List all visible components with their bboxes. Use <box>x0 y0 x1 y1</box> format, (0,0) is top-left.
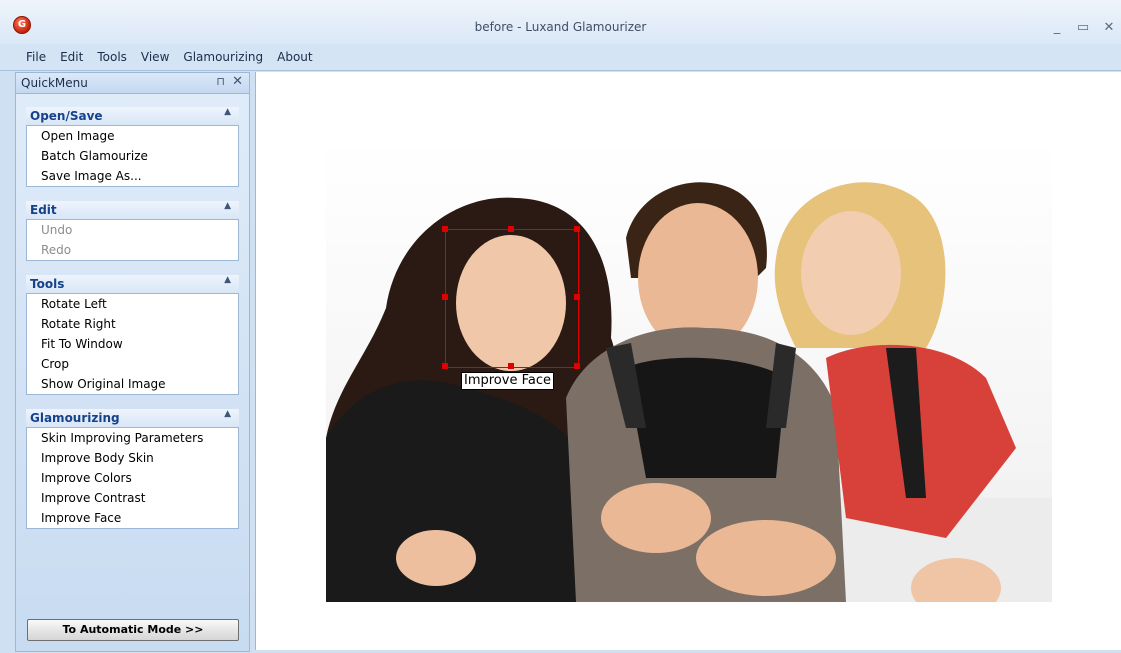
close-icon[interactable]: ✕ <box>232 74 243 89</box>
group-body: Open Image Batch Glamourize Save Image A… <box>26 125 239 187</box>
menu-about[interactable]: About <box>277 44 312 70</box>
open-image-link[interactable]: Open Image <box>27 126 238 146</box>
window-title: before - Luxand Glamourizer <box>474 20 647 34</box>
group-header-tools[interactable]: Tools ▲ <box>26 275 239 293</box>
menu-edit[interactable]: Edit <box>60 44 83 70</box>
menu-tools[interactable]: Tools <box>97 44 127 70</box>
show-original-image-link[interactable]: Show Original Image <box>27 374 238 394</box>
improve-face-label[interactable]: Improve Face <box>461 372 554 390</box>
group-body: Rotate Left Rotate Right Fit To Window C… <box>26 293 239 395</box>
group-tools: Tools ▲ Rotate Left Rotate Right Fit To … <box>26 275 239 395</box>
title-bar: G before - Luxand Glamourizer _ ▭ ✕ <box>0 0 1121 44</box>
undo-link: Undo <box>41 223 73 237</box>
group-glamourizing: Glamourizing ▲ Skin Improving Parameters… <box>26 409 239 529</box>
improve-face-link[interactable]: Improve Face <box>27 508 238 528</box>
group-body: Skin Improving Parameters Improve Body S… <box>26 427 239 529</box>
maximize-icon[interactable]: ▭ <box>1075 20 1091 36</box>
menu-bar: File Edit Tools View Glamourizing About <box>0 44 1121 71</box>
group-open-save: Open/Save ▲ Open Image Batch Glamourize … <box>26 107 239 187</box>
resize-handle-e[interactable] <box>574 294 580 300</box>
collapse-icon[interactable]: ▲ <box>224 107 231 117</box>
group-header-edit[interactable]: Edit ▲ <box>26 201 239 219</box>
face-selection-box[interactable] <box>445 229 579 368</box>
fit-to-window-link[interactable]: Fit To Window <box>27 334 238 354</box>
resize-handle-sw[interactable] <box>442 363 448 369</box>
quickmenu-header: QuickMenu ⊓ ✕ <box>16 73 249 94</box>
improve-body-skin-link[interactable]: Improve Body Skin <box>27 448 238 468</box>
collapse-icon[interactable]: ▲ <box>224 201 231 211</box>
rotate-left-link[interactable]: Rotate Left <box>27 294 238 314</box>
menu-file[interactable]: File <box>26 44 46 70</box>
save-image-as-link[interactable]: Save Image As... <box>27 166 238 186</box>
collapse-icon[interactable]: ▲ <box>224 409 231 419</box>
to-automatic-mode-button[interactable]: To Automatic Mode >> <box>27 619 239 641</box>
group-edit: Edit ▲ Undo Redo <box>26 201 239 261</box>
group-body: Undo Redo <box>26 219 239 261</box>
menu-view[interactable]: View <box>141 44 169 70</box>
quickmenu-title: QuickMenu <box>21 76 88 90</box>
resize-handle-n[interactable] <box>508 226 514 232</box>
resize-handle-ne[interactable] <box>574 226 580 232</box>
minimize-icon[interactable]: _ <box>1049 20 1065 36</box>
group-title: Edit <box>30 203 57 217</box>
redo-link: Redo <box>41 243 72 257</box>
group-title: Open/Save <box>30 109 103 123</box>
resize-handle-se[interactable] <box>574 363 580 369</box>
image-canvas[interactable]: Improve Face <box>255 72 1121 650</box>
photo-image[interactable] <box>326 138 1052 602</box>
improve-colors-link[interactable]: Improve Colors <box>27 468 238 488</box>
resize-handle-s[interactable] <box>508 363 514 369</box>
group-header-glamourizing[interactable]: Glamourizing ▲ <box>26 409 239 427</box>
quickmenu-panel: QuickMenu ⊓ ✕ Open/Save ▲ Open Image Bat… <box>15 72 250 652</box>
pin-icon[interactable]: ⊓ <box>216 75 225 88</box>
rotate-right-link[interactable]: Rotate Right <box>27 314 238 334</box>
skin-improving-parameters-link[interactable]: Skin Improving Parameters <box>27 428 238 448</box>
collapse-icon[interactable]: ▲ <box>224 275 231 285</box>
close-icon[interactable]: ✕ <box>1101 20 1117 36</box>
crop-link[interactable]: Crop <box>27 354 238 374</box>
menu-glamourizing[interactable]: Glamourizing <box>183 44 263 70</box>
resize-handle-nw[interactable] <box>442 226 448 232</box>
window-controls: _ ▭ ✕ <box>1049 20 1117 40</box>
group-title: Glamourizing <box>30 411 120 425</box>
group-title: Tools <box>30 277 65 291</box>
batch-glamourize-link[interactable]: Batch Glamourize <box>27 146 238 166</box>
improve-contrast-link[interactable]: Improve Contrast <box>27 488 238 508</box>
resize-handle-w[interactable] <box>442 294 448 300</box>
group-header-open-save[interactable]: Open/Save ▲ <box>26 107 239 125</box>
